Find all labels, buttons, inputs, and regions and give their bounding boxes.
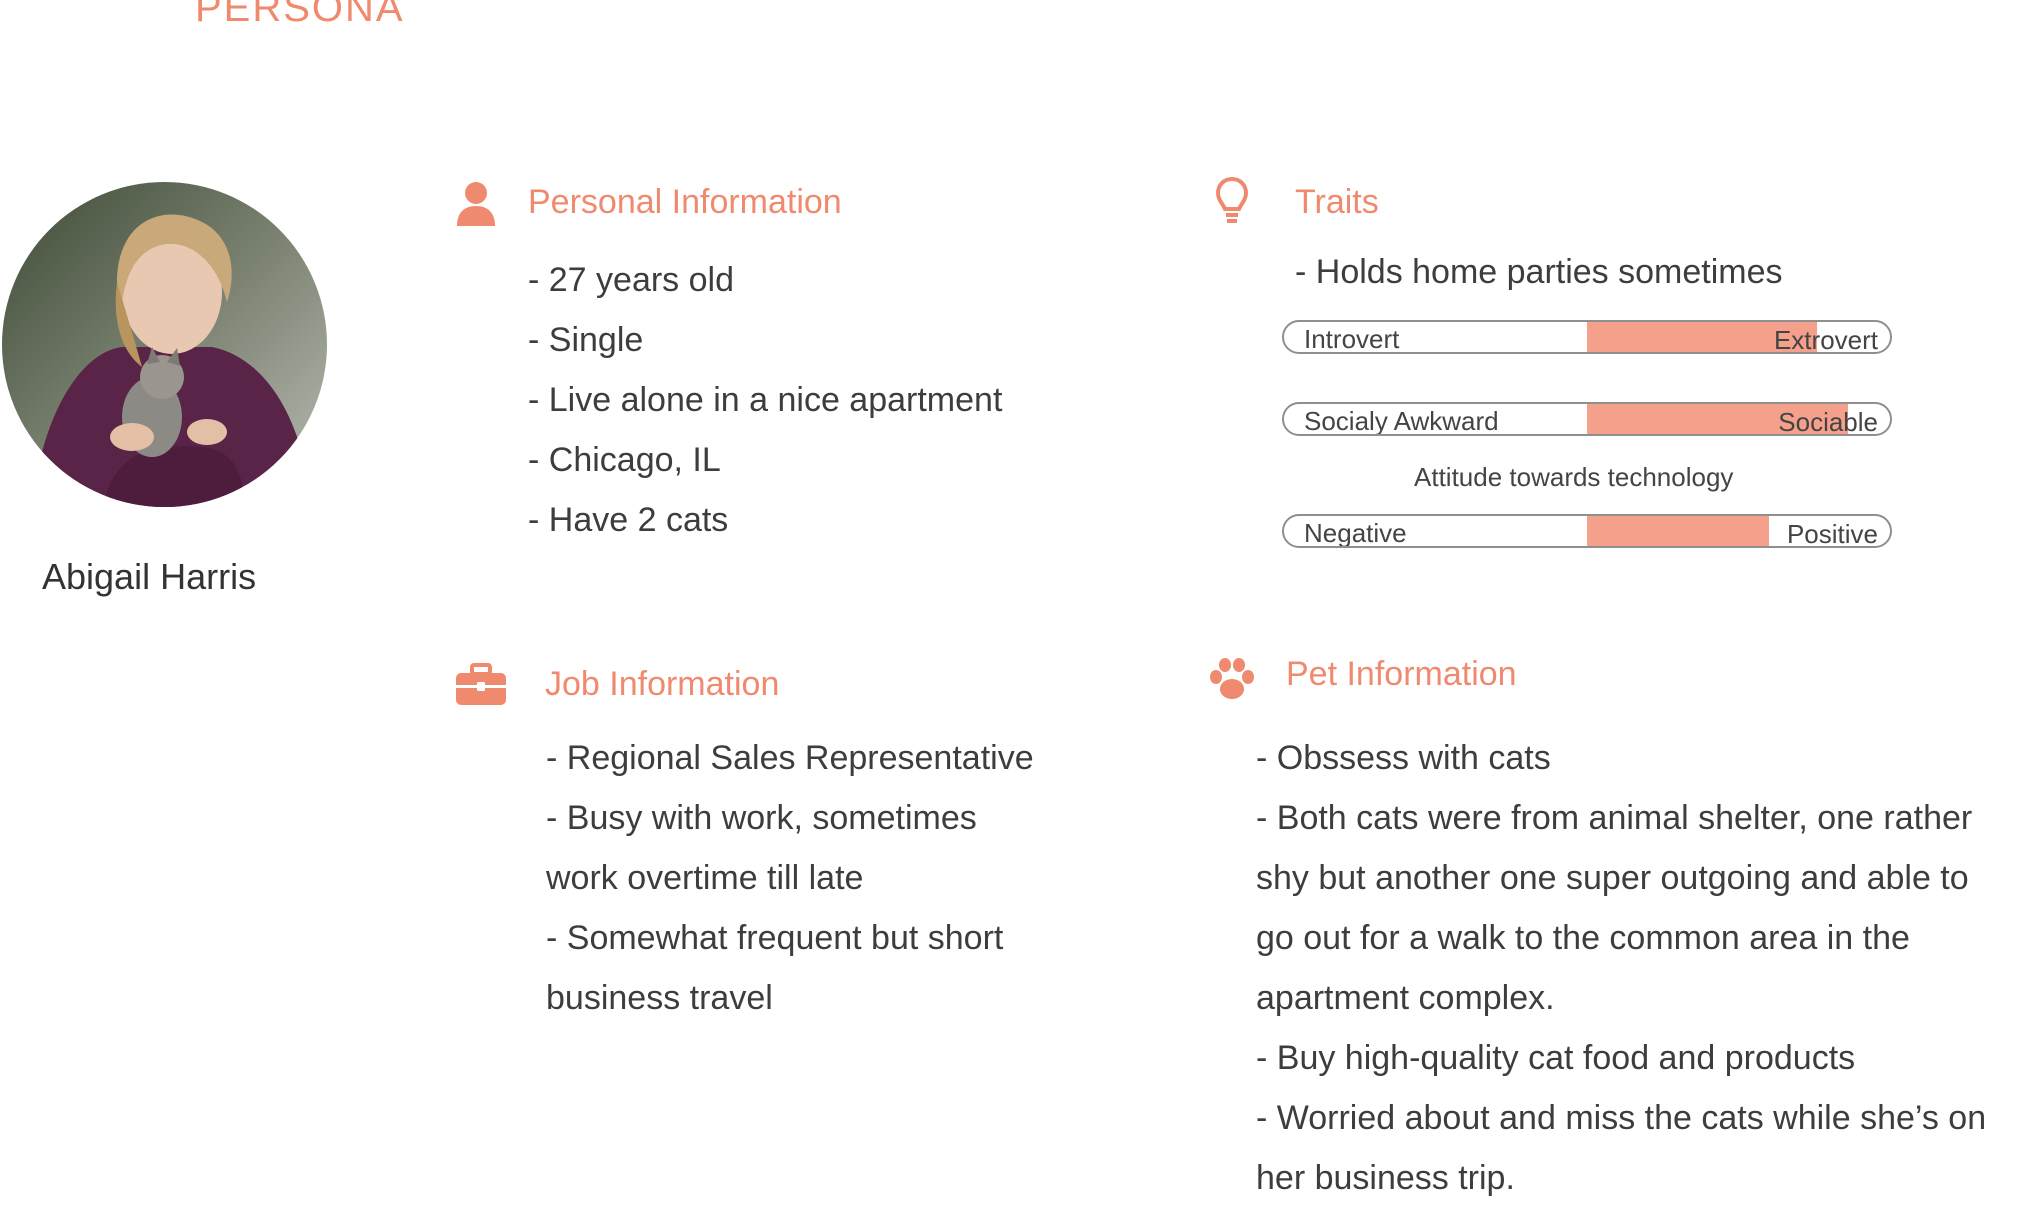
job-info-list: - Regional Sales Representative - Busy w…	[546, 728, 1034, 1028]
list-item: - Have 2 cats	[528, 501, 729, 539]
lightbulb-icon	[1215, 176, 1249, 226]
list-item: - Single	[528, 321, 644, 359]
list-item: - Live alone in a nice apartment	[528, 381, 1003, 419]
personal-info-list: - 27 years old - Single - Live alone in …	[528, 250, 1002, 550]
list-item: - Worried about and miss the cats while …	[1256, 1099, 1987, 1137]
trait-left-label: Introvert	[1304, 324, 1400, 354]
trait-bar-negative-positive: Negative Positive	[1282, 514, 1892, 548]
traits-title: Traits	[1295, 183, 1379, 221]
personal-info-title: Personal Information	[528, 183, 842, 221]
list-item: - Busy with work, sometimes	[546, 799, 977, 837]
list-item: - Chicago, IL	[528, 441, 721, 479]
trait-right-label: Sociable	[1778, 407, 1878, 436]
trait-right-label: Positive	[1786, 519, 1878, 548]
page-title: PERSONA	[195, 0, 405, 30]
avatar	[2, 182, 327, 507]
list-item: her business trip.	[1256, 1159, 1515, 1197]
job-info-title: Job Information	[545, 665, 780, 703]
tech-attitude-caption: Attitude towards technology	[1414, 462, 1734, 492]
list-item: - Obssess with cats	[1256, 739, 1551, 777]
list-item: - Buy high-quality cat food and products	[1256, 1039, 1856, 1077]
trait-fill	[1587, 516, 1769, 546]
list-item: apartment complex.	[1256, 979, 1555, 1017]
list-item: shy but another one super outgoing and a…	[1256, 859, 1969, 897]
paw-icon	[1207, 657, 1257, 703]
trait-bar-introvert-extrovert: Introvert Extrovert	[1282, 320, 1892, 354]
trait-left-label: Socialy Awkward	[1304, 406, 1499, 436]
list-item: - 27 years old	[528, 261, 734, 299]
list-item: business travel	[546, 979, 773, 1017]
trait-left-label: Negative	[1304, 518, 1407, 548]
person-icon	[455, 180, 497, 228]
pet-info-title: Pet Information	[1286, 655, 1517, 693]
list-item: go out for a walk to the common area in …	[1256, 919, 1910, 957]
briefcase-icon	[455, 663, 507, 707]
pet-info-list: - Obssess with cats - Both cats were fro…	[1256, 728, 1986, 1208]
list-item: - Regional Sales Representative	[546, 739, 1034, 777]
list-item: - Both cats were from animal shelter, on…	[1256, 799, 1973, 837]
trait-bar-awkward-sociable: Socialy Awkward Sociable	[1282, 402, 1892, 436]
persona-name: Abigail Harris	[42, 556, 257, 597]
traits-note: - Holds home parties sometimes	[1295, 253, 1783, 291]
trait-right-label: Extrovert	[1773, 325, 1878, 354]
list-item: work overtime till late	[546, 859, 864, 897]
list-item: - Somewhat frequent but short	[546, 919, 1004, 957]
